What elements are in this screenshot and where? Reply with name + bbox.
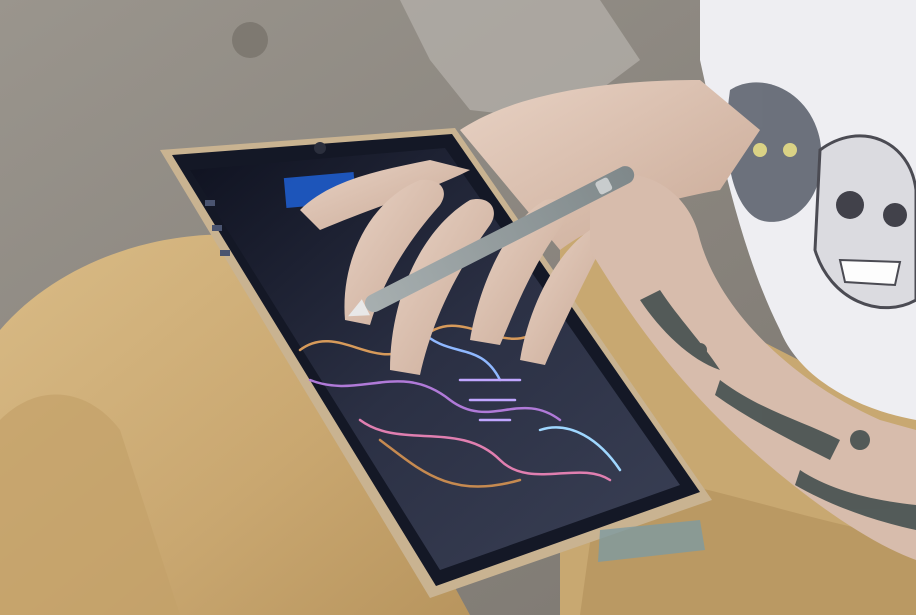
photo-frame (0, 0, 916, 615)
tablet-camera (314, 142, 326, 154)
photo (0, 0, 916, 615)
caption-text (0, 0, 916, 7)
pavement-stone (232, 22, 268, 58)
